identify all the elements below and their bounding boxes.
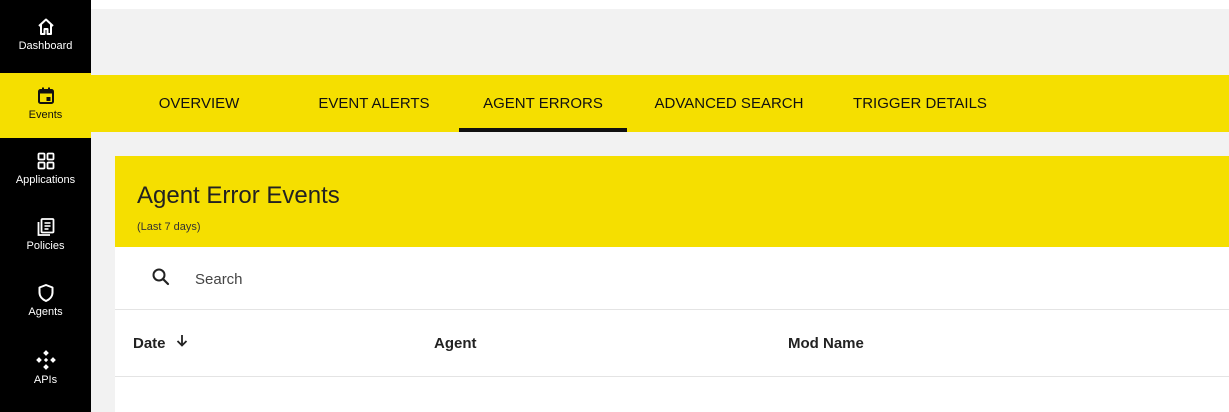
- sidebar: Dashboard Events Applications Policies A…: [0, 0, 91, 412]
- shield-icon: [36, 283, 56, 303]
- document-icon: [36, 217, 56, 237]
- sidebar-item-label: APIs: [33, 374, 58, 386]
- sidebar-item-dashboard[interactable]: Dashboard: [0, 17, 91, 73]
- api-icon: [35, 349, 57, 371]
- sidebar-item-label: Applications: [15, 174, 76, 186]
- agent-errors-card: Agent Error Events (Last 7 days) Date Ag…: [115, 156, 1229, 412]
- column-header-date[interactable]: Date: [133, 310, 188, 377]
- grid-icon: [36, 151, 56, 171]
- sort-descending-icon: [176, 309, 188, 376]
- sidebar-item-applications[interactable]: Applications: [0, 151, 91, 199]
- tab-overview[interactable]: OVERVIEW: [150, 75, 248, 132]
- main-content: OVERVIEW EVENT ALERTS AGENT ERRORS ADVAN…: [91, 0, 1229, 412]
- column-label: Date: [133, 335, 166, 352]
- home-icon: [36, 17, 56, 37]
- sidebar-item-label: Agents: [28, 306, 63, 318]
- search-input[interactable]: [195, 265, 795, 293]
- sidebar-item-events[interactable]: Events: [0, 73, 91, 138]
- calendar-icon: [36, 86, 56, 106]
- column-header-mod-name[interactable]: Mod Name: [788, 310, 864, 377]
- sidebar-item-label: Events: [28, 109, 63, 121]
- column-header-agent[interactable]: Agent: [434, 310, 477, 377]
- top-bar: [91, 0, 1229, 9]
- tab-trigger-details[interactable]: TRIGGER DETAILS: [851, 75, 989, 132]
- table-header: Date Agent Mod Name: [115, 310, 1229, 377]
- sidebar-item-label: Policies: [26, 240, 65, 252]
- page-title: Agent Error Events: [137, 182, 340, 209]
- tab-advanced-search[interactable]: ADVANCED SEARCH: [648, 75, 810, 132]
- search-icon: [151, 267, 171, 292]
- tab-event-alerts[interactable]: EVENT ALERTS: [315, 75, 433, 132]
- sidebar-item-apis[interactable]: APIs: [0, 349, 91, 397]
- sidebar-item-label: Dashboard: [18, 40, 73, 52]
- tab-agent-errors[interactable]: AGENT ERRORS: [459, 75, 627, 132]
- sidebar-item-agents[interactable]: Agents: [0, 283, 91, 331]
- date-range-label: (Last 7 days): [137, 221, 201, 233]
- sidebar-item-policies[interactable]: Policies: [0, 217, 91, 265]
- tab-bar: OVERVIEW EVENT ALERTS AGENT ERRORS ADVAN…: [91, 75, 1229, 132]
- search-bar: [115, 247, 1229, 310]
- card-header: Agent Error Events (Last 7 days): [115, 156, 1229, 247]
